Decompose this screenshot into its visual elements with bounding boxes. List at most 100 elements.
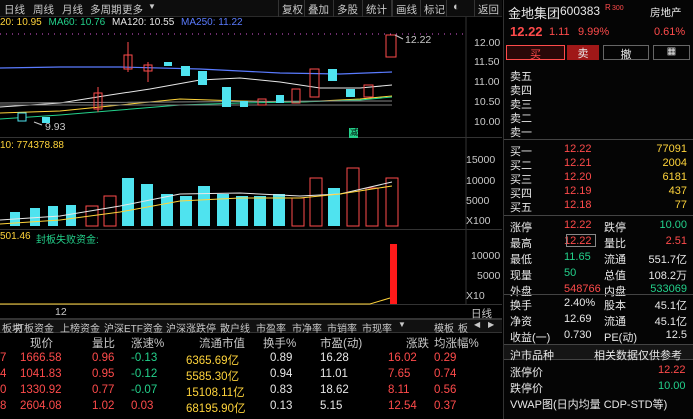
table-header: 现价 量比 涨速% 流通市值 换手% 市盈(动) 涨跌 均涨幅% bbox=[0, 334, 502, 350]
stats2-v1: 0.730 bbox=[564, 329, 592, 341]
tab-more[interactable]: 更多 bbox=[122, 2, 143, 17]
col-header[interactable]: 现价 bbox=[30, 335, 53, 351]
grid-icon[interactable]: ▦ bbox=[653, 45, 690, 60]
volume-axis-label: 15000 bbox=[466, 154, 496, 166]
statistics-button[interactable]: 统计 bbox=[362, 0, 390, 17]
table-cell: 5.15 bbox=[320, 400, 343, 412]
tab-pe[interactable]: 市盈率 bbox=[256, 320, 286, 335]
tab-monthly[interactable]: 月线 bbox=[62, 2, 83, 17]
tab-weekly[interactable]: 周线 bbox=[33, 2, 54, 17]
tab-pcf[interactable]: 市现率 bbox=[362, 320, 392, 335]
limit-down-label: 跌停价 bbox=[510, 383, 543, 395]
industry-label[interactable]: 房地产 bbox=[650, 5, 682, 20]
tab-daban[interactable]: 打板资金 bbox=[14, 320, 54, 335]
table-cell: 0.89 bbox=[270, 352, 293, 364]
stats-l2: 跌停 bbox=[604, 222, 626, 234]
table-cell: -0.12 bbox=[131, 368, 158, 380]
bid-price: 12.22 bbox=[564, 143, 592, 155]
bid-volume: 2004 bbox=[662, 157, 687, 169]
chevron-down-icon[interactable]: ▼ bbox=[398, 320, 406, 329]
table-row[interactable]: 8 2604.08 1.02 0.03 68195.90亿 0.13 5.15 12.54 0.… bbox=[0, 399, 502, 415]
stats-v2: 551.7亿 bbox=[648, 254, 687, 266]
tab-sanhu[interactable]: 散户线 bbox=[220, 320, 250, 335]
industry-pct: 0.61% bbox=[654, 26, 686, 38]
tab-ban[interactable]: 板 bbox=[458, 320, 468, 335]
stats-l2: 量比 bbox=[604, 238, 626, 250]
buy-button[interactable]: 买 bbox=[506, 45, 565, 61]
price-axis-label: 12.00 bbox=[474, 37, 501, 49]
tab-disclaimer[interactable]: 相关数据仅供参考 bbox=[594, 347, 682, 363]
bid-volume: 77 bbox=[674, 199, 687, 211]
col-header[interactable]: 均涨幅% bbox=[434, 335, 479, 351]
col-header[interactable]: 市盈(动) bbox=[320, 335, 362, 351]
volume-axis-label: 5000 bbox=[466, 195, 490, 207]
table-cell: 1041.83 bbox=[20, 368, 62, 380]
table-row[interactable]: 7 1666.58 0.96 -0.13 6365.69亿 0.89 16.28 16.02 0… bbox=[0, 351, 502, 367]
cancel-order-button[interactable]: 撤 bbox=[603, 45, 649, 61]
table-cell: 18.62 bbox=[320, 384, 349, 396]
table-cell: 2604.08 bbox=[20, 400, 62, 412]
col-header[interactable]: 换手% bbox=[263, 335, 296, 351]
tab-etf[interactable]: 沪深ETF资金 bbox=[104, 320, 163, 335]
stats2-l1: 换手 bbox=[510, 300, 532, 312]
back-button[interactable]: 返回 bbox=[474, 0, 502, 17]
arrow-right-icon[interactable]: ▶ bbox=[488, 320, 494, 329]
col-header[interactable]: 流通市值 bbox=[199, 335, 245, 351]
restore-rights-button[interactable]: 复权 bbox=[278, 0, 306, 17]
col-header[interactable]: 涨跌 bbox=[406, 335, 429, 351]
table-row[interactable]: 4 1041.83 0.95 -0.12 5585.30亿 0.94 11.01 7.65 0.… bbox=[0, 367, 502, 383]
stats2-v1: 12.69 bbox=[564, 313, 592, 325]
tab-market-products[interactable]: 沪市品种 bbox=[510, 347, 554, 363]
price-axis-label: 11.50 bbox=[474, 56, 500, 68]
col-header[interactable]: 量比 bbox=[92, 335, 115, 351]
bid-price: 12.20 bbox=[564, 171, 592, 183]
table-cell: 0.94 bbox=[270, 368, 293, 380]
margin-tag: R bbox=[605, 3, 611, 12]
draw-line-button[interactable]: 画线 bbox=[392, 0, 420, 17]
stats-v1: 50 bbox=[564, 267, 577, 279]
table-cell: 1330.92 bbox=[20, 384, 62, 396]
table-cell: -0.13 bbox=[131, 352, 158, 364]
table-cell: 16.02 bbox=[388, 352, 417, 364]
arrow-left-icon[interactable]: ◀ bbox=[474, 320, 480, 329]
panel-tabs: 沪市品种 相关数据仅供参考 bbox=[504, 344, 693, 363]
table-cell: 0.77 bbox=[92, 384, 115, 396]
tab-zhangdie[interactable]: 沪深涨跌停 bbox=[166, 320, 216, 335]
overlay-button[interactable]: 叠加 bbox=[304, 0, 332, 17]
stats2-l2: 流通 bbox=[604, 316, 626, 328]
reduce-badge: 减 bbox=[350, 128, 358, 137]
stats2-v2: 45.1亿 bbox=[654, 316, 687, 328]
table-cell: 11.01 bbox=[320, 368, 348, 380]
chevron-down-icon[interactable]: ▼ bbox=[148, 2, 156, 11]
volume-chart bbox=[0, 138, 467, 230]
seal-axis-label: X10 bbox=[466, 290, 485, 302]
table-cell: 0.95 bbox=[92, 368, 115, 380]
tab-shangbang[interactable]: 上榜资金 bbox=[60, 320, 100, 335]
table-cell: 1.02 bbox=[92, 400, 115, 412]
high-price-mark: 12.22 bbox=[405, 34, 432, 46]
price-change-pct: 9.99% bbox=[578, 26, 610, 38]
sell-button[interactable]: 卖 bbox=[567, 45, 599, 60]
bid-volume: 77091 bbox=[656, 143, 687, 155]
col-header[interactable]: 涨速% bbox=[131, 335, 164, 351]
table-row[interactable]: 0 1330.92 0.77 -0.07 15108.11亿 0.83 18.62 8.11 0… bbox=[0, 383, 502, 399]
price-change: 1.11 bbox=[549, 26, 570, 38]
mark-button[interactable]: 标记 bbox=[420, 0, 448, 17]
tab-template[interactable]: 模板 bbox=[434, 320, 454, 335]
eye-icon-button[interactable]: ◐ bbox=[446, 0, 472, 17]
price-axis-label: 10.00 bbox=[474, 116, 501, 128]
tab-pb[interactable]: 市净率 bbox=[292, 320, 322, 335]
multi-stock-button[interactable]: 多股 bbox=[333, 0, 361, 17]
seal-fail-pane: 501.46 封板失败资金: 10000 5000 X10 bbox=[0, 230, 502, 305]
table-cell: 0.83 bbox=[270, 384, 293, 396]
tab-daily[interactable]: 日线 bbox=[4, 2, 25, 17]
stats-l1: 现量 bbox=[510, 270, 532, 282]
bid-label: 买五 bbox=[510, 202, 532, 214]
table-cell: 0.74 bbox=[434, 368, 457, 380]
vwap-link[interactable]: VWAP图(日内均量 CDP-STD等) bbox=[510, 396, 667, 412]
tab-ps[interactable]: 市销率 bbox=[327, 320, 357, 335]
bid-volume: 6181 bbox=[662, 171, 687, 183]
stock-code: 600383 bbox=[560, 4, 601, 18]
table-cell: 0.13 bbox=[270, 400, 293, 412]
tab-multi-period[interactable]: 多周期 bbox=[90, 2, 122, 17]
